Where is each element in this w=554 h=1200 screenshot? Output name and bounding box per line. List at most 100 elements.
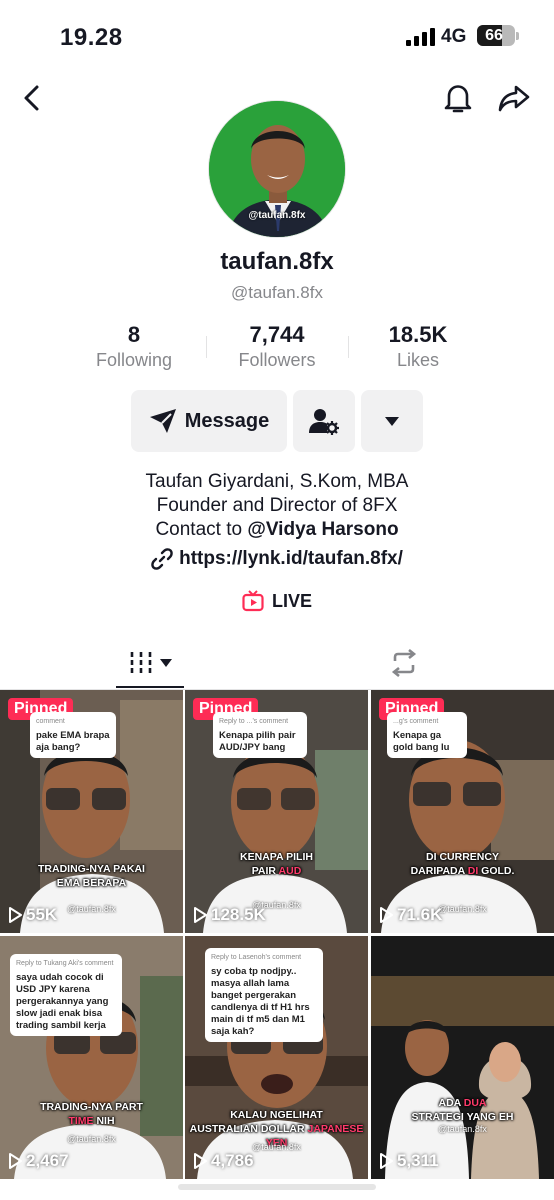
video-tile[interactable]: Pinned ...g's comment Kenapa ga gold bang… (371, 690, 554, 933)
profile-stats: 8 Following 7,744 Followers 18.5K Likes (0, 322, 554, 374)
comment-header: comment (36, 718, 65, 725)
repost-icon (391, 649, 417, 677)
profile-tabs (0, 638, 554, 690)
view-count: 128.5K (193, 905, 266, 925)
profile-bio: Taufan Giyardani, S.Kom, MBA Founder and… (0, 470, 554, 542)
video-tile[interactable]: ADA DUA STRATEGI YANG EH @taufan.8fx 5,31… (371, 936, 554, 1179)
signal-icon (406, 28, 436, 46)
video-tile[interactable]: Reply to Lasenoh's comment sy coba tp nod… (185, 936, 368, 1179)
chevron-left-icon (24, 85, 39, 111)
bio-mention-link[interactable]: @Vidya Harsono (247, 519, 398, 540)
profile-handle: @taufan.8fx (231, 283, 323, 302)
caption-highlight: DI (467, 865, 479, 877)
status-time: 19.28 (60, 24, 123, 51)
comment-bubble: Reply to ...'s comment Kenapa pilih pair … (213, 712, 307, 758)
live-button[interactable]: LIVE (0, 590, 554, 612)
tab-reposts[interactable] (370, 638, 438, 688)
status-bar: 19.28 4G 66 (0, 0, 554, 72)
profile-avatar[interactable]: @taufan.8fx (208, 100, 346, 238)
view-count: 2,467 (8, 1151, 69, 1171)
play-icon (9, 1153, 22, 1169)
live-tv-icon (242, 590, 264, 612)
caption-highlight: TIME (68, 1115, 94, 1127)
caption-part: EMA BERAPA (56, 877, 127, 889)
caption-part: ADA (438, 1097, 464, 1109)
view-count: 55K (8, 905, 57, 925)
play-icon (194, 907, 207, 923)
video-tile[interactable]: Pinned Reply to ...'s comment Kenapa pili… (185, 690, 368, 933)
comment-text: saya udah cocok di USD JPY karena perger… (16, 972, 109, 1031)
caption-part: PAKAI (110, 863, 145, 875)
stat-label: Following (95, 350, 173, 370)
share-icon (498, 85, 530, 112)
caption-part: AUSTRALIAN DOLLAR (189, 1123, 308, 1135)
view-count-text: 55K (26, 905, 58, 924)
stat-likes[interactable]: 18.5K Likes (348, 322, 488, 371)
stat-value: 18.5K (388, 322, 448, 347)
view-count-text: 2,467 (26, 1151, 69, 1170)
view-count-text: 71.6K (397, 905, 443, 924)
video-watermark: @taufan.8fx (67, 1134, 116, 1144)
view-count: 5,311 (379, 1151, 439, 1171)
bio-line: Founder and Director of 8FX (156, 495, 398, 516)
video-caption: ADA DUA STRATEGI YANG EH (371, 1096, 554, 1124)
stat-value: 7,744 (249, 322, 305, 347)
play-icon (380, 1153, 393, 1169)
tab-videos[interactable] (116, 638, 184, 688)
play-icon (194, 1153, 207, 1169)
comment-bubble: Reply to Tukang Aki's comment saya udah c… (10, 954, 122, 1036)
link-icon (151, 548, 173, 570)
battery-level: 66 (485, 27, 503, 44)
bell-icon (444, 85, 472, 113)
play-icon (9, 907, 22, 923)
back-button[interactable] (12, 78, 52, 118)
bio-link-text: https://lynk.id/taufan.8fx/ (179, 548, 403, 569)
notification-bell-button[interactable] (438, 78, 478, 118)
message-button-label: Message (184, 409, 270, 432)
caption-part: TRADING-NYA (38, 863, 111, 875)
more-options-dropdown[interactable] (361, 390, 423, 452)
comment-header: ...g's comment (393, 718, 439, 725)
comment-header: Reply to Tukang Aki's comment (16, 960, 114, 967)
play-icon (380, 907, 393, 923)
caption-highlight: AUD (278, 865, 302, 877)
caret-down-icon (385, 416, 399, 426)
comment-bubble: ...g's comment Kenapa ga gold bang lu (387, 712, 467, 758)
comment-bubble: Reply to Lasenoh's comment sy coba tp nod… (205, 948, 323, 1042)
comment-text: pake EMA brapa aja bang? (36, 730, 110, 753)
caption-part: NIH (93, 1115, 115, 1127)
caret-down-icon (160, 659, 172, 667)
comment-header: Reply to ...'s comment (219, 718, 289, 725)
caption-part: TRADING-NYA PART (40, 1101, 143, 1113)
bio-line: Taufan Giyardani, S.Kom, MBA (145, 471, 409, 492)
stat-followers[interactable]: 7,744 Followers (207, 322, 347, 371)
view-count-text: 4,786 (211, 1151, 254, 1170)
stat-following[interactable]: 8 Following (64, 322, 204, 371)
battery-tip (516, 32, 519, 40)
network-type: 4G (441, 26, 467, 47)
video-grid-icon (130, 652, 152, 674)
active-tab-indicator (116, 686, 184, 688)
share-button[interactable] (494, 78, 534, 118)
caption-part: PAIR (251, 865, 279, 877)
caption-part: DARIPADA (410, 865, 468, 877)
video-caption: TRADING-NYA PART TIME NIH (0, 1100, 183, 1128)
video-thumbnail (371, 936, 554, 1179)
bio-link[interactable]: https://lynk.id/taufan.8fx/ (0, 548, 554, 570)
video-tile[interactable]: Reply to Tukang Aki's comment saya udah c… (0, 936, 183, 1179)
caption-part: GOLD. (478, 865, 515, 877)
comment-text: sy coba tp nodjpy.. masya allah lama ban… (211, 966, 310, 1037)
avatar-handle-watermark: @taufan.8fx (248, 210, 306, 221)
follow-settings-button[interactable] (293, 390, 355, 452)
message-button[interactable]: Message (131, 390, 287, 452)
battery-icon: 66 (477, 25, 515, 46)
bio-contact-line: Contact to @Vidya Harsono (0, 518, 554, 542)
bio-contact-prefix: Contact to (155, 519, 248, 540)
home-indicator[interactable] (178, 1184, 376, 1190)
view-count: 4,786 (193, 1151, 254, 1171)
video-watermark: @taufan.8fx (438, 1124, 487, 1134)
caption-highlight: DUA (463, 1097, 487, 1109)
stat-label: Followers (238, 350, 316, 370)
video-tile[interactable]: Pinned comment pake EMA brapa aja bang? T… (0, 690, 183, 933)
comment-header: Reply to Lasenoh's comment (211, 954, 302, 961)
